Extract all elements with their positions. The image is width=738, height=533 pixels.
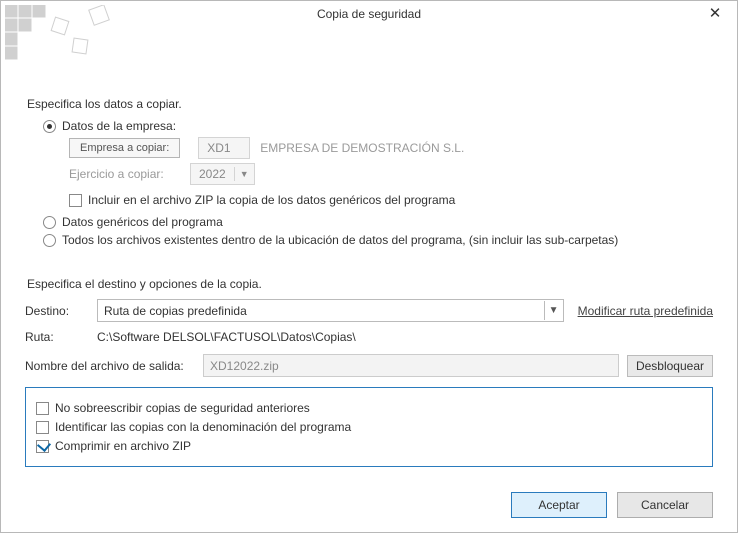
destination-value: Ruta de copias predefinida (98, 304, 544, 318)
radio-company-data[interactable]: Datos de la empresa: (43, 119, 713, 133)
unlock-button[interactable]: Desbloquear (627, 355, 713, 377)
radio-company-label: Datos de la empresa: (62, 119, 176, 133)
exercise-year-value: 2022 (191, 164, 234, 184)
radio-generic-data[interactable]: Datos genéricos del programa (43, 215, 713, 229)
chevron-down-icon: ▼ (544, 301, 563, 320)
destination-row: Destino: Ruta de copias predefinida ▼ Mo… (25, 299, 713, 322)
checkbox-icon (36, 440, 49, 453)
output-name-row: Nombre del archivo de salida: XD12022.zi… (25, 354, 713, 377)
footer-buttons: Aceptar Cancelar (511, 492, 713, 518)
company-to-copy-button[interactable]: Empresa a copiar: (69, 138, 180, 158)
output-name-label: Nombre del archivo de salida: (25, 359, 203, 373)
checkbox-no-overwrite-label: No sobreescribir copias de seguridad ant… (55, 401, 310, 415)
close-button[interactable]: ✕ (705, 5, 725, 25)
radio-icon (43, 216, 56, 229)
destination-select[interactable]: Ruta de copias predefinida ▼ (97, 299, 564, 322)
radio-all-files[interactable]: Todos los archivos existentes dentro de … (43, 233, 713, 247)
include-generic-checkbox[interactable]: Incluir en el archivo ZIP la copia de lo… (69, 193, 713, 207)
path-label: Ruta: (25, 330, 97, 344)
cancel-button[interactable]: Cancelar (617, 492, 713, 518)
exercise-label: Ejercicio a copiar: (69, 167, 172, 181)
path-row: Ruta: C:\Software DELSOL\FACTUSOL\Datos\… (25, 330, 713, 344)
chevron-down-icon: ▼ (234, 167, 254, 181)
checkbox-no-overwrite[interactable]: No sobreescribir copias de seguridad ant… (36, 401, 702, 415)
checkbox-compress-zip[interactable]: Comprimir en archivo ZIP (36, 439, 702, 453)
backup-dialog: Copia de seguridad ✕ Especifica los dato… (0, 0, 738, 533)
section2-heading: Especifica el destino y opciones de la c… (27, 277, 713, 291)
modify-path-link[interactable]: Modificar ruta predefinida (578, 304, 713, 318)
exercise-year-select[interactable]: 2022 ▼ (190, 163, 255, 185)
radio-all-label: Todos los archivos existentes dentro de … (62, 233, 618, 247)
path-value: C:\Software DELSOL\FACTUSOL\Datos\Copias… (97, 330, 356, 344)
section1-heading: Especifica los datos a copiar. (27, 97, 713, 111)
checkbox-identify[interactable]: Identificar las copias con la denominaci… (36, 420, 702, 434)
accept-button[interactable]: Aceptar (511, 492, 607, 518)
radio-icon (43, 234, 56, 247)
checkbox-icon (36, 421, 49, 434)
company-name-label: EMPRESA DE DEMOSTRACIÓN S.L. (260, 141, 464, 155)
title-bar: Copia de seguridad ✕ (1, 1, 737, 35)
exercise-row: Ejercicio a copiar: 2022 ▼ (69, 163, 713, 185)
company-to-copy-row: Empresa a copiar: XD1 EMPRESA DE DEMOSTR… (69, 137, 713, 159)
checkbox-compress-label: Comprimir en archivo ZIP (55, 439, 191, 453)
radio-generic-label: Datos genéricos del programa (62, 215, 223, 229)
app-logo (5, 5, 115, 63)
destination-label: Destino: (25, 304, 97, 318)
checkbox-icon (36, 402, 49, 415)
output-name-value: XD12022.zip (210, 359, 279, 373)
radio-icon (43, 120, 56, 133)
output-name-field: XD12022.zip (203, 354, 619, 377)
company-code-field: XD1 (198, 137, 250, 159)
checkbox-identify-label: Identificar las copias con la denominaci… (55, 420, 351, 434)
options-highlight-box: No sobreescribir copias de seguridad ant… (25, 387, 713, 467)
include-generic-label: Incluir en el archivo ZIP la copia de lo… (88, 193, 455, 207)
checkbox-icon (69, 194, 82, 207)
